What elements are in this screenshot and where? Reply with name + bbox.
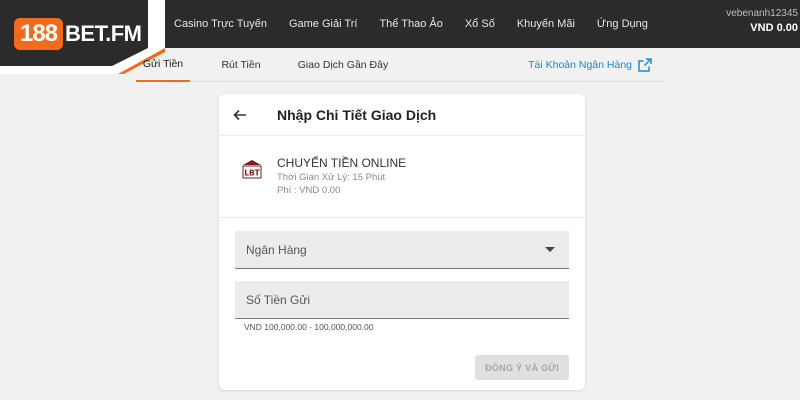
nav-virtual-sports[interactable]: Thể Thao Ảo: [379, 18, 442, 30]
tab-recent-transactions[interactable]: Giao Dịch Gần Đây: [288, 48, 398, 82]
nav-lottery[interactable]: Xổ Số: [465, 18, 495, 30]
logo-suffix: BET.FM: [65, 21, 142, 46]
card-title: Nhập Chi Tiết Giao Dịch: [277, 106, 437, 123]
account-info[interactable]: vebenanh12345 VND 0.00: [726, 8, 798, 34]
sub-tabs: Gửi Tiền Rút Tiền Giao Dịch Gần Đây Tài …: [136, 48, 664, 82]
main-nav: Casino Trực Tuyến Game Giải Trí Thể Thao…: [174, 0, 648, 48]
nav-games[interactable]: Game Giải Trí: [289, 18, 357, 30]
arrow-left-icon: [233, 109, 246, 120]
lbt-bank-icon: LBT: [242, 160, 262, 179]
bank-select-label: Ngân Hàng: [246, 242, 307, 257]
tab-deposit[interactable]: Gửi Tiền: [136, 48, 190, 82]
bank-account-label: Tài Khoản Ngân Hàng: [528, 59, 632, 71]
nav-promotions[interactable]: Khuyến Mãi: [517, 18, 575, 30]
bank-select[interactable]: Ngân Hàng: [235, 231, 569, 269]
external-link-icon: [638, 58, 652, 72]
submit-button[interactable]: ĐỒNG Ý VÀ GỬI: [475, 355, 569, 380]
amount-input[interactable]: Số Tiền Gửi: [235, 281, 569, 319]
svg-text:LBT: LBT: [244, 169, 260, 178]
amount-input-label: Số Tiền Gửi: [246, 292, 311, 307]
caret-down-icon: [545, 247, 555, 252]
back-button[interactable]: [219, 94, 261, 136]
nav-casino[interactable]: Casino Trực Tuyến: [174, 18, 267, 30]
amount-range-hint: VND 100,000.00 - 100,000,000.00: [244, 322, 374, 332]
transaction-card: Nhập Chi Tiết Giao Dịch LBT CHUYỂN TIỀN …: [219, 94, 585, 390]
card-header: Nhập Chi Tiết Giao Dịch: [219, 94, 585, 136]
processing-time: Thời Gian Xử Lý: 15 Phút: [277, 172, 386, 183]
username: vebenanh12345: [726, 8, 798, 19]
logo-badge: 188: [14, 18, 64, 50]
fee: Phí : VND 0.00: [277, 185, 341, 196]
bank-account-link[interactable]: Tài Khoản Ngân Hàng: [528, 48, 652, 82]
nav-apps[interactable]: Ứng Dụng: [597, 18, 648, 30]
payment-method: LBT CHUYỂN TIỀN ONLINE Thời Gian Xử Lý: …: [219, 136, 585, 218]
balance: VND 0.00: [750, 22, 798, 34]
tab-withdraw[interactable]: Rút Tiền: [216, 48, 266, 82]
method-name: CHUYỂN TIỀN ONLINE: [277, 156, 407, 170]
